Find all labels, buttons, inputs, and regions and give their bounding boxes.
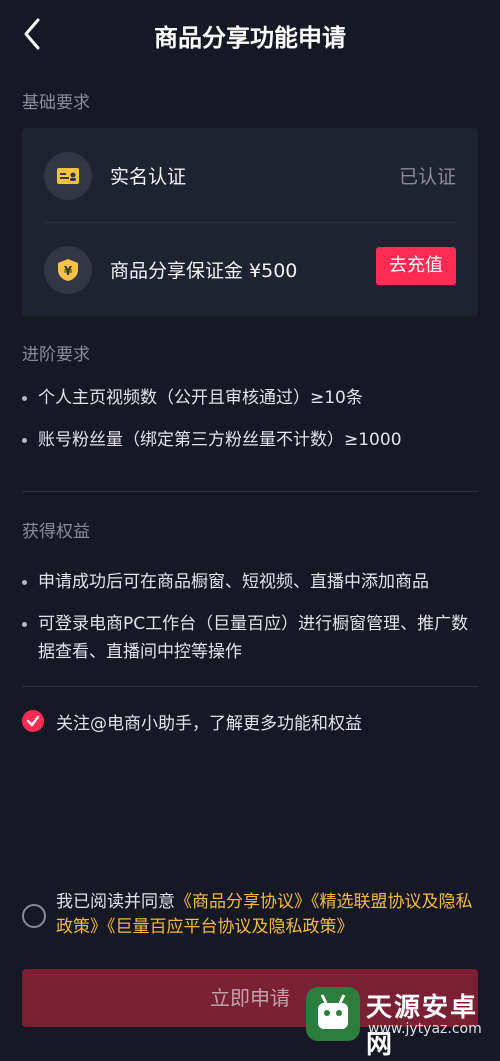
list-item-text: 可登录电商PC工作台（巨量百应）进行橱窗管理、推广数据查看、直播间中控等操作	[38, 614, 469, 662]
checkmark-icon	[26, 715, 40, 727]
top-bar: 商品分享功能申请	[0, 0, 500, 70]
list-item: 可登录电商PC工作台（巨量百应）进行橱窗管理、推广数据查看、直播间中控等操作	[22, 610, 476, 666]
yen-shield-icon: ¥	[44, 246, 92, 294]
agreement-link-platform[interactable]: 《巨量百应平台协议及隐私政策》	[107, 917, 354, 937]
follow-checkbox[interactable]	[22, 710, 44, 732]
list-item: 个人主页视频数（公开且审核通过）≥10条	[22, 384, 476, 412]
list-item-text: 账号粉丝量（绑定第三方粉丝量不计数）≥1000	[38, 430, 402, 450]
recharge-button[interactable]: 去充值	[376, 247, 456, 285]
section-divider	[22, 686, 478, 687]
section-title-advanced: 进阶要求	[22, 345, 90, 365]
list-item: 账号粉丝量（绑定第三方粉丝量不计数）≥1000	[22, 426, 476, 454]
deposit-row: ¥ 商品分享保证金 ¥500 去充值	[22, 222, 478, 316]
list-item-text: 个人主页视频数（公开且审核通过）≥10条	[38, 388, 363, 408]
watermark-url: www.jytyaz.com	[368, 1021, 482, 1037]
watermark-logo-icon	[306, 987, 360, 1041]
agreement-checkbox[interactable]	[22, 904, 46, 928]
bullet-dot	[22, 622, 27, 627]
watermark: 天源安卓网 www.jytyaz.com	[300, 979, 500, 1060]
id-card-icon	[44, 152, 92, 200]
basic-requirements-card: 实名认证 已认证 ¥ 商品分享保证金 ¥500 去充值	[22, 128, 478, 316]
deposit-label: 商品分享保证金 ¥500	[110, 260, 298, 282]
section-divider	[22, 491, 478, 492]
follow-label[interactable]: 关注@电商小助手，了解更多功能和权益	[56, 709, 362, 734]
page-title: 商品分享功能申请	[154, 24, 346, 52]
agreement-text: 我已阅读并同意《商品分享协议》《精选联盟协议及隐私政策》《巨量百应平台协议及隐私…	[56, 890, 476, 940]
list-item-text: 申请成功后可在商品橱窗、短视频、直播中添加商品	[38, 572, 429, 592]
agreement-link-share[interactable]: 《商品分享协议》	[175, 892, 311, 912]
list-item: 申请成功后可在商品橱窗、短视频、直播中添加商品	[22, 568, 476, 596]
bullet-dot	[22, 396, 27, 401]
section-title-benefits: 获得权益	[22, 522, 90, 542]
agreement-prefix: 我已阅读并同意	[56, 892, 175, 912]
section-title-basic: 基础要求	[22, 93, 90, 113]
bullet-dot	[22, 438, 27, 443]
realname-status: 已认证	[398, 166, 456, 188]
svg-text:¥: ¥	[64, 264, 73, 278]
realname-label: 实名认证	[110, 166, 187, 188]
bullet-dot	[22, 580, 27, 585]
realname-row: 实名认证 已认证	[22, 128, 478, 223]
